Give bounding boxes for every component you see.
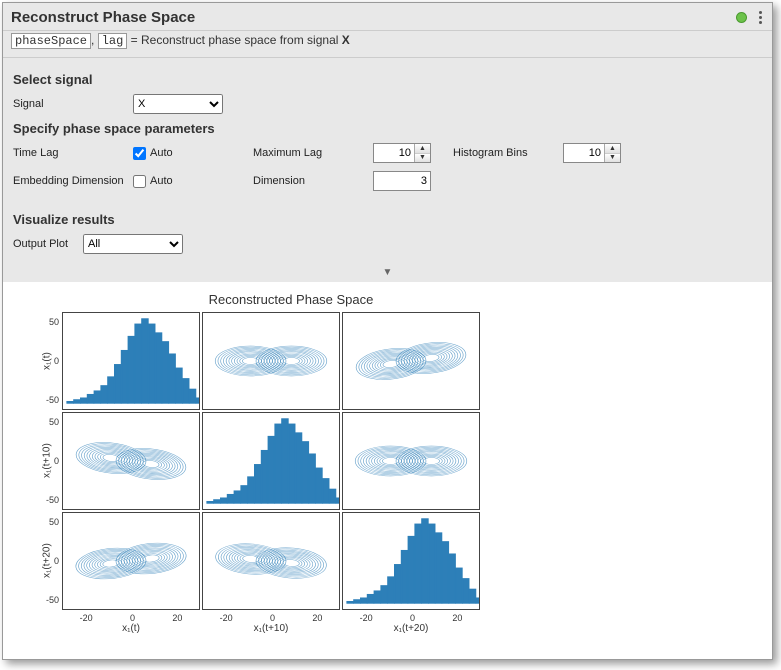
label-time-lag: Time Lag [13,147,133,159]
output-plot-select[interactable]: All [83,234,183,254]
attractor-cell [202,512,340,610]
y-ticks: 500-50 [37,313,61,409]
x-axis-label: -20020x₁(t+20) [341,611,481,641]
label-signal: Signal [13,98,133,110]
section-visualize: Visualize results [13,212,762,227]
max-lag-input-wrap: ▲ ▼ [373,143,431,163]
label-hist-bins: Histogram Bins [453,147,563,159]
attractor-cell [342,312,480,410]
output-var-2: lag [98,33,128,49]
histogram-cell [342,512,480,610]
x-axis-label: -20020x₁(t) [61,611,201,641]
attractor-cell [202,312,340,410]
attractor-cell: 500-50 [62,412,200,510]
hist-bins-input-wrap: ▲ ▼ [563,143,621,163]
time-lag-auto-checkbox[interactable] [133,147,146,160]
attractor-cell: 500-50 [62,512,200,610]
x-axis-label: -20020x₁(t+10) [201,611,341,641]
panel-title: Reconstruct Phase Space [11,9,195,26]
hist-bins-input[interactable] [564,144,604,162]
signal-select[interactable]: X [133,94,223,114]
histogram-cell: 500-50 [62,312,200,410]
label-output-plot: Output Plot [13,238,83,250]
label-embed-dim: Embedding Dimension [13,175,133,187]
dimension-input[interactable] [373,171,431,191]
collapse-toggle-icon[interactable]: ▼ [3,265,772,282]
status-indicator-icon [736,12,747,23]
chart-title: Reconstructed Phase Space [71,292,511,307]
section-phase-params: Specify phase space parameters [13,121,762,136]
y-ticks: 500-50 [37,413,61,509]
output-var-1: phaseSpace [11,33,91,49]
chart-area: Reconstructed Phase Space x₁(t)500-50x₁(… [3,282,772,659]
label-max-lag: Maximum Lag [253,147,373,159]
syntax-desc: = Reconstruct phase space from signal [131,33,342,47]
attractor-cell [342,412,480,510]
label-auto-2: Auto [150,175,173,187]
more-menu-icon[interactable] [757,9,764,26]
syntax-arg: X [342,33,350,47]
panel-header: Reconstruct Phase Space [3,3,772,31]
parameters-form: Select signal Signal X Specify phase spa… [3,58,772,265]
scatter-matrix: x₁(t)500-50x₁(t+10)500-50x₁(t+20)500-50-… [33,311,503,641]
hist-bins-step-up[interactable]: ▲ [605,144,620,154]
histogram-cell [202,412,340,510]
label-auto-1: Auto [150,147,173,159]
phase-space-panel: Reconstruct Phase Space phaseSpace, lag … [2,2,773,660]
label-dimension: Dimension [253,175,373,187]
syntax-hint: phaseSpace, lag = Reconstruct phase spac… [3,31,772,58]
max-lag-step-up[interactable]: ▲ [415,144,430,154]
max-lag-step-down[interactable]: ▼ [415,154,430,163]
section-select-signal: Select signal [13,72,762,87]
embed-dim-auto-checkbox[interactable] [133,175,146,188]
max-lag-input[interactable] [374,144,414,162]
hist-bins-step-down[interactable]: ▼ [605,154,620,163]
y-ticks: 500-50 [37,513,61,609]
